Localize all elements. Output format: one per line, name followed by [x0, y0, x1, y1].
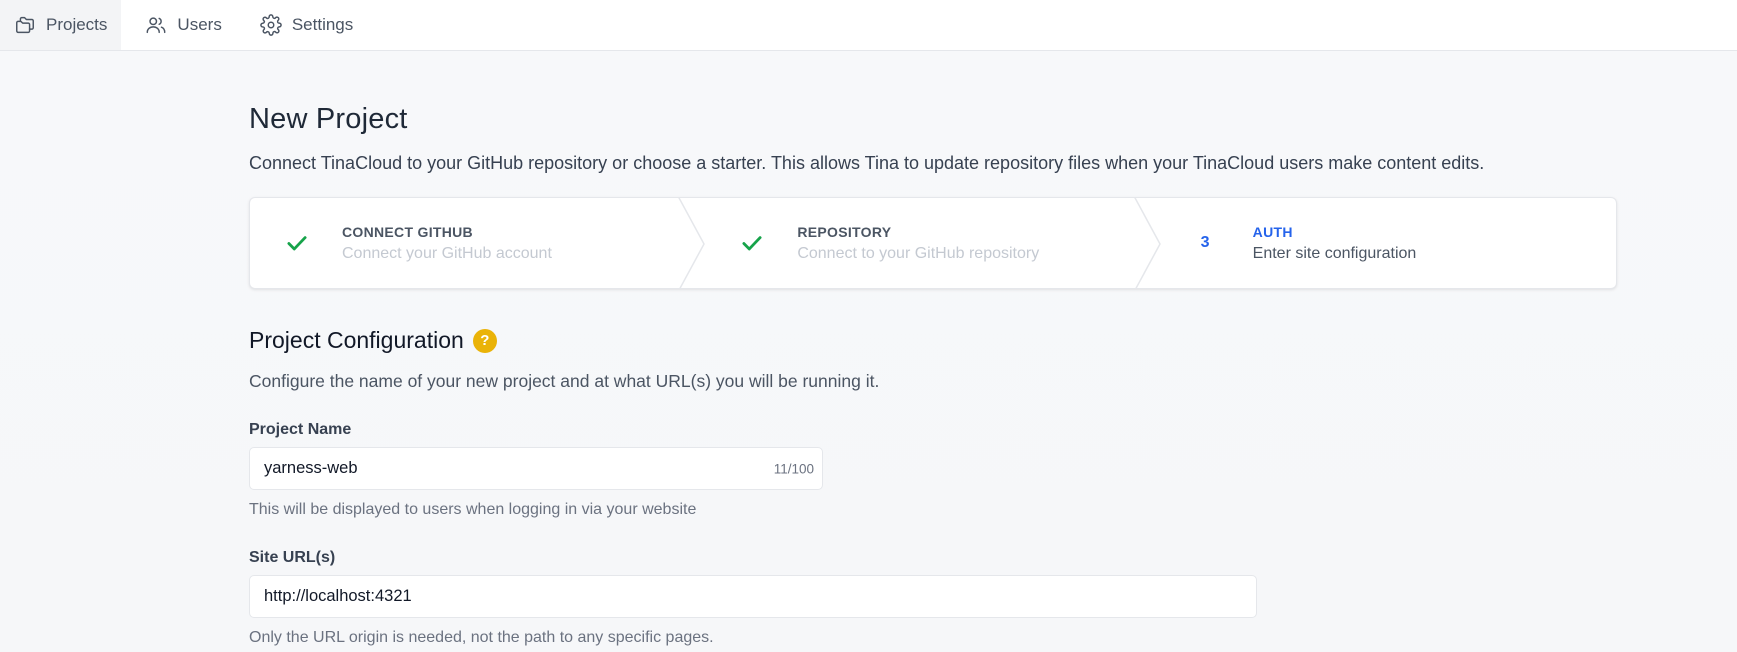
step-title: REPOSITORY: [797, 223, 892, 240]
nav-item-settings[interactable]: Settings: [246, 0, 367, 50]
page-description: Connect TinaCloud to your GitHub reposit…: [249, 153, 1485, 173]
step-status: [284, 228, 330, 258]
check-icon: [742, 236, 762, 251]
section-title-text: Project Configuration: [249, 327, 464, 354]
site-url-field: [249, 575, 1257, 619]
check-icon: [287, 236, 307, 251]
users-icon: [146, 17, 166, 34]
top-nav: Projects Users Settings: [0, 0, 1737, 51]
project-name-input[interactable]: [250, 448, 822, 490]
project-name-field: 11/100: [249, 447, 823, 491]
step-status: [739, 228, 785, 258]
step-title: CONNECT GITHUB: [342, 223, 473, 240]
site-url-helper: Only the URL origin is needed, not the p…: [249, 629, 714, 647]
step-subtitle: Enter site configuration: [1252, 244, 1417, 262]
question-icon[interactable]: ?: [472, 328, 497, 353]
step-repository[interactable]: REPOSITORY Connect to your GitHub reposi…: [705, 198, 1162, 289]
step-text: CONNECT GITHUB Connect your GitHub accou…: [342, 224, 552, 263]
section-description: Configure the name of your new project a…: [249, 371, 880, 392]
step-divider: [678, 198, 706, 289]
step-text: REPOSITORY Connect to your GitHub reposi…: [797, 224, 1039, 263]
step-connect-github[interactable]: CONNECT GITHUB Connect your GitHub accou…: [250, 198, 706, 289]
nav-label-settings: Settings: [291, 15, 354, 34]
folders-icon: [16, 16, 34, 34]
progress-stepper: CONNECT GITHUB Connect your GitHub accou…: [249, 197, 1617, 290]
step-number: 3: [1200, 234, 1210, 252]
step-divider: [1133, 198, 1162, 289]
nav-label-users: Users: [177, 15, 222, 34]
nav-label-projects: Projects: [46, 15, 108, 34]
nav-item-projects[interactable]: Projects: [0, 0, 122, 50]
step-subtitle: Connect your GitHub account: [342, 244, 552, 262]
main-content: New Project Connect TinaCloud to your Gi…: [249, 51, 1617, 647]
character-counter: 11/100: [773, 461, 814, 477]
project-name-label: Project Name: [249, 421, 352, 439]
step-text: AUTH Enter site configuration: [1253, 224, 1417, 263]
project-name-helper: This will be displayed to users when log…: [249, 501, 697, 519]
nav-item-users[interactable]: Users: [131, 0, 235, 50]
section-title: Project Configuration ?: [249, 327, 1617, 354]
site-urls-label: Site URL(s): [249, 549, 336, 567]
site-url-input[interactable]: [250, 576, 1256, 618]
step-subtitle: Connect to your GitHub repository: [797, 244, 1040, 262]
gear-icon: [260, 14, 282, 36]
step-auth[interactable]: 3 AUTH Enter site configuration: [1161, 198, 1616, 288]
page-title: New Project: [249, 103, 408, 135]
step-title: AUTH: [1252, 223, 1293, 240]
